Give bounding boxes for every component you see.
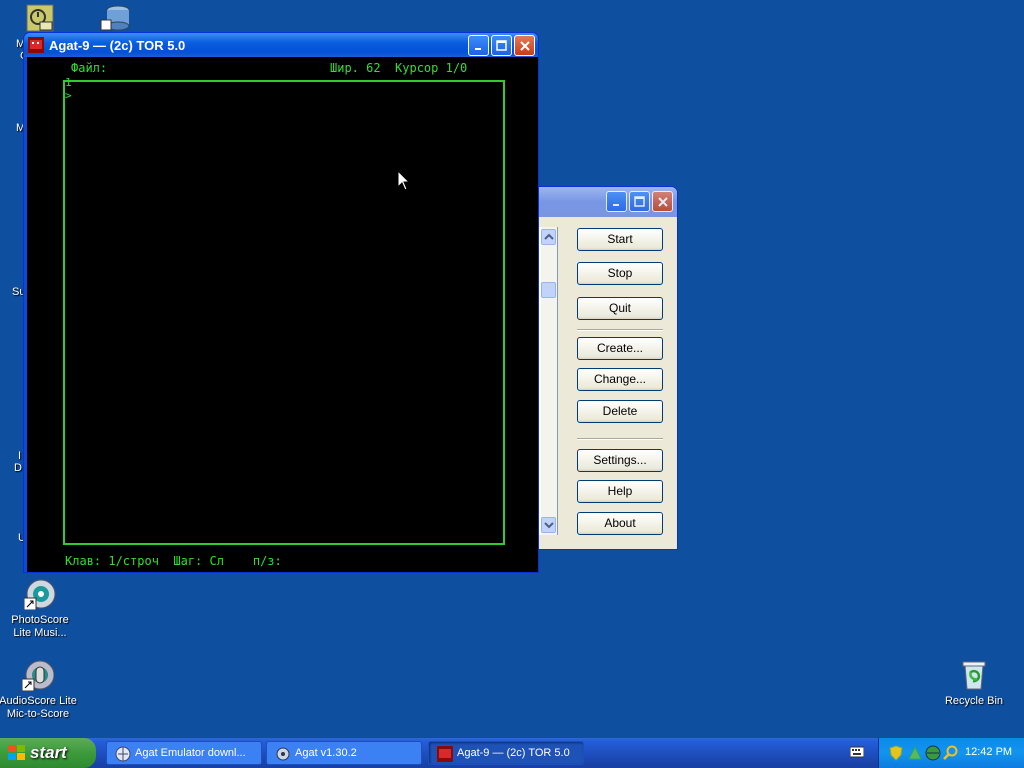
- stop-button[interactable]: Stop: [577, 262, 663, 285]
- desktop-icon-top-1[interactable]: [26, 4, 54, 32]
- scroll-down-button[interactable]: [541, 517, 556, 533]
- screen-status-bottom: Клав: 1/строч Шаг: Сл п/з:: [65, 554, 282, 568]
- mouse-cursor-icon: [397, 170, 411, 191]
- chevron-up-icon: [544, 233, 554, 240]
- editor-frame: [63, 80, 505, 545]
- desktop-icon-top-2[interactable]: [100, 4, 132, 32]
- desktop-icon-label: AudioScore Lite Mic-to-Score: [0, 695, 77, 720]
- screen-status-top: Шир. 62 Курсор 1/0: [330, 61, 468, 75]
- about-button[interactable]: About: [577, 512, 663, 535]
- window-title: Agat-9 — (2c) TOR 5.0: [49, 37, 186, 53]
- separator: [577, 329, 663, 331]
- schedule-icon: [26, 4, 54, 32]
- taskbar: start Agat Emulator downl... Agat v1.30.…: [0, 738, 1024, 768]
- keyboard-glyph-icon: [849, 746, 865, 758]
- audioscore-icon: [21, 659, 55, 692]
- close-icon: [519, 40, 530, 51]
- taskbar-item-label: Agat v1.30.2: [295, 747, 357, 759]
- screen-prompt: >: [65, 89, 72, 102]
- taskbar-item-label: Agat Emulator downl...: [135, 747, 246, 759]
- system-tray: 12:42 PM: [878, 738, 1024, 768]
- control-window-titlebar[interactable]: [531, 187, 677, 217]
- desktop-icon-label: Recycle Bin: [944, 695, 1004, 707]
- search-icon[interactable]: [943, 745, 959, 761]
- quit-button[interactable]: Quit: [577, 297, 663, 320]
- maximize-button[interactable]: [629, 191, 650, 212]
- maximize-button[interactable]: [491, 35, 512, 56]
- change-button[interactable]: Change...: [577, 368, 663, 391]
- separator: [577, 438, 663, 440]
- scroll-up-button[interactable]: [541, 229, 556, 245]
- agat-app-icon: [28, 37, 44, 53]
- desktop-icon-recycle-bin[interactable]: Recycle Bin: [934, 659, 1014, 708]
- scroll-thumb[interactable]: [541, 282, 556, 298]
- close-button[interactable]: [514, 35, 535, 56]
- minimize-icon: [474, 47, 481, 50]
- browser-icon: [115, 746, 131, 762]
- delete-button[interactable]: Delete: [577, 400, 663, 423]
- network-icon[interactable]: [907, 745, 923, 761]
- taskbar-item-agat-window[interactable]: Agat-9 — (2c) TOR 5.0: [428, 741, 584, 765]
- desktop-icon-photoscore[interactable]: PhotoScore Lite Musi...: [0, 578, 80, 640]
- desktop-icon-label: PhotoScore Lite Musi...: [11, 614, 69, 639]
- close-icon: [657, 196, 668, 207]
- shield-icon[interactable]: [889, 745, 903, 761]
- windows-logo-icon: [8, 745, 25, 760]
- emulator-screen[interactable]: Файл: Шир. 62 Курсор 1/0 1 > Клав: 1/стр…: [27, 57, 538, 572]
- clock[interactable]: 12:42 PM: [965, 746, 1012, 758]
- taskbar-item-label: Agat-9 — (2c) TOR 5.0: [457, 747, 570, 759]
- taskbar-item-browser[interactable]: Agat Emulator downl...: [106, 741, 262, 765]
- close-button[interactable]: [652, 191, 673, 212]
- maximize-icon: [496, 40, 507, 51]
- agat-window-titlebar[interactable]: Agat-9 — (2c) TOR 5.0: [24, 33, 538, 57]
- recycle-bin-icon: [958, 659, 990, 691]
- start-button[interactable]: start: [0, 738, 96, 768]
- taskbar-item-agat-launcher[interactable]: Agat v1.30.2: [266, 741, 422, 765]
- clipped-label: D: [14, 462, 22, 474]
- globe-icon[interactable]: [925, 745, 941, 761]
- minimize-icon: [612, 203, 619, 206]
- maximize-icon: [634, 196, 645, 207]
- start-emulator-button[interactable]: Start: [577, 228, 663, 251]
- clipped-label: I: [18, 450, 22, 462]
- minimize-button[interactable]: [606, 191, 627, 212]
- start-label: start: [30, 743, 67, 762]
- agat-icon: [437, 746, 453, 762]
- screen-file-label: Файл:: [71, 61, 108, 75]
- database-icon: [100, 5, 130, 31]
- agat-control-window: Start Stop Quit Create... Change... Dele…: [530, 186, 678, 550]
- scrollbar[interactable]: [541, 227, 557, 535]
- chevron-down-icon: [544, 522, 554, 529]
- screen-line-marker: 1: [65, 76, 72, 89]
- app-icon: [276, 747, 290, 761]
- help-button[interactable]: Help: [577, 480, 663, 503]
- photoscore-icon: [23, 578, 56, 611]
- settings-button[interactable]: Settings...: [577, 449, 663, 472]
- create-button[interactable]: Create...: [577, 337, 663, 360]
- agat-emulator-window: Agat-9 — (2c) TOR 5.0 Файл: Шир. 62 Курс…: [23, 32, 539, 573]
- keyboard-icon[interactable]: [849, 746, 865, 758]
- minimize-button[interactable]: [468, 35, 489, 56]
- desktop-icon-audioscore[interactable]: AudioScore Lite Mic-to-Score: [0, 659, 78, 721]
